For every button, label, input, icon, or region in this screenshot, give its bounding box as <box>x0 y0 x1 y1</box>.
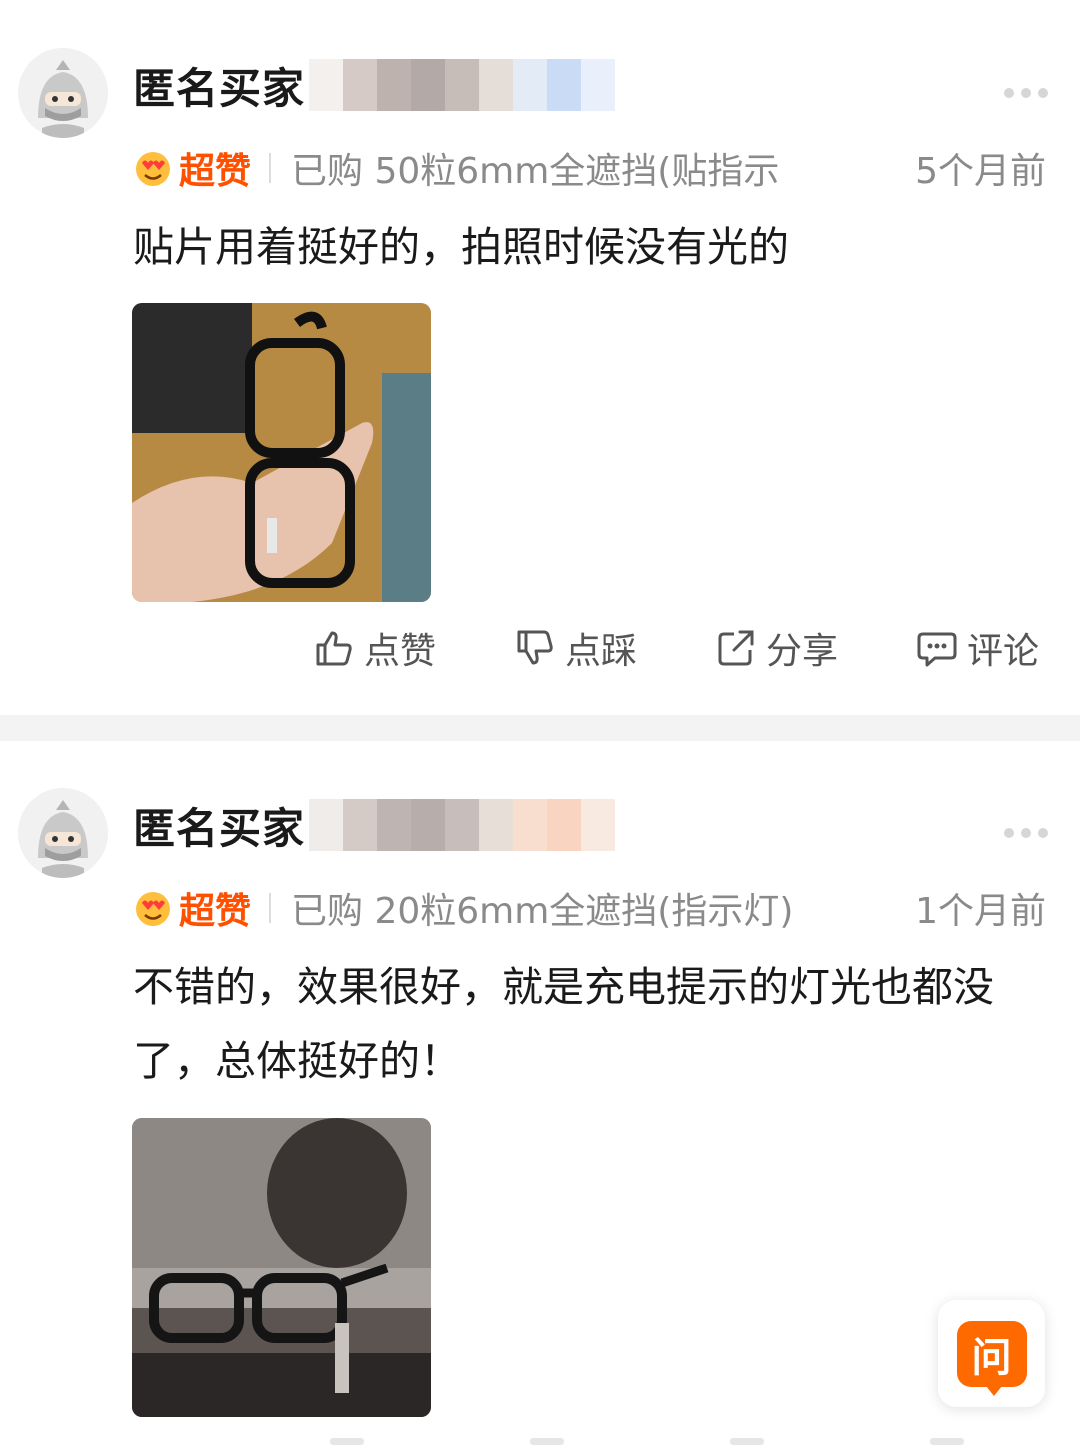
username: 匿名买家 <box>133 63 306 113</box>
review-actions: 点赞 点踩 分享 评论 <box>0 620 1080 676</box>
username: 匿名买家 <box>133 803 306 853</box>
share-icon <box>718 630 754 666</box>
blurred-user-id <box>309 59 616 111</box>
ninja-avatar-icon <box>18 788 108 878</box>
dislike-button[interactable]: 点踩 <box>513 620 637 676</box>
share-label: 分享 <box>766 631 839 672</box>
like-label: 点赞 <box>364 631 437 672</box>
review-card: 匿名买家 超赞 已购 50粒6mm全遮挡(贴指示 5个月前 贴片用着挺好的，拍照… <box>0 0 1080 715</box>
comment-label: 评论 <box>967 631 1040 672</box>
review-time: 5个月前 <box>915 151 1046 192</box>
like-button[interactable]: 点赞 <box>312 620 436 676</box>
comment-icon <box>917 632 957 667</box>
comment-button[interactable]: 评论 <box>915 620 1039 676</box>
avatar[interactable] <box>18 788 108 878</box>
ninja-avatar-icon <box>18 48 108 138</box>
ask-label: 问 <box>971 1334 1012 1381</box>
review-photo[interactable] <box>132 1118 431 1417</box>
review-photo[interactable] <box>132 303 431 602</box>
dislike-label: 点踩 <box>565 631 638 672</box>
review-card: 匿名买家 超赞 已购 20粒6mm全遮挡(指示灯) 1个月前 不错的，效果很好，… <box>0 741 1080 1445</box>
avatar[interactable] <box>18 48 108 138</box>
thumbs-up-icon <box>316 631 352 666</box>
heart-eyes-emoji-icon <box>136 152 170 186</box>
more-options-button[interactable] <box>1004 88 1048 98</box>
blurred-user-id <box>309 799 616 851</box>
divider <box>269 153 272 183</box>
review-time: 1个月前 <box>915 891 1046 932</box>
rating-label: 超赞 <box>179 151 252 192</box>
more-options-button[interactable] <box>1004 828 1048 838</box>
review-text: 不错的，效果很好，就是充电提示的灯光也都没了，总体挺好的！ <box>133 963 994 1085</box>
rating-label: 超赞 <box>179 891 252 932</box>
heart-eyes-emoji-icon <box>136 892 170 926</box>
thumbs-down-icon <box>517 630 553 665</box>
purchased-spec: 已购 20粒6mm全遮挡(指示灯) <box>291 891 794 932</box>
next-review-actions-peek <box>300 1432 1060 1445</box>
review-text: 贴片用着挺好的，拍照时候没有光的 <box>133 223 789 271</box>
purchased-spec: 已购 50粒6mm全遮挡(贴指示 <box>291 151 780 192</box>
ask-question-button[interactable]: 问 <box>938 1300 1045 1407</box>
divider <box>269 893 272 923</box>
ask-icon: 问 <box>956 1320 1027 1396</box>
share-button[interactable]: 分享 <box>714 620 838 676</box>
section-divider <box>0 715 1080 741</box>
